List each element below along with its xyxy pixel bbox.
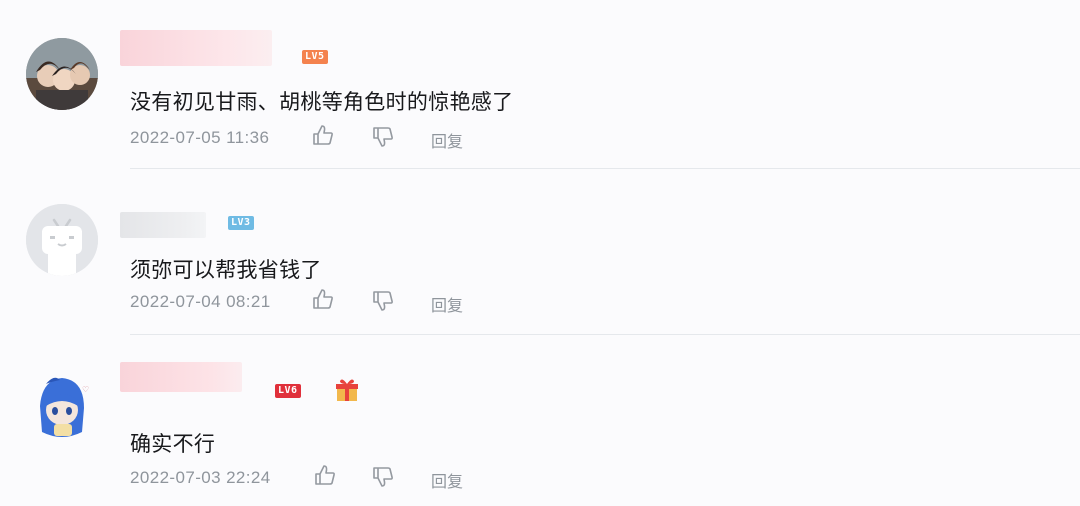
comment-timestamp: 2022-07-03 22:24 (130, 468, 271, 487)
avatar[interactable]: ♡ (26, 370, 98, 442)
comment-item: LV3 须弥可以帮我省钱了 2022-07-04 08:21 回复 (0, 170, 1080, 336)
comment-timestamp: 2022-07-04 08:21 (130, 292, 271, 311)
thumbs-up-icon[interactable] (312, 288, 334, 310)
user-level-badge: LV6 (275, 384, 301, 398)
svg-text:♡: ♡ (82, 385, 89, 394)
comment-item: ♡ LV6 确实不行 2022-07-03 22:24 回复 (0, 336, 1080, 506)
username-redacted[interactable] (120, 212, 206, 238)
default-avatar-tv-icon (26, 204, 98, 276)
reply-button[interactable]: 回复 (431, 128, 463, 152)
thumbs-down-icon[interactable] (372, 290, 394, 312)
reply-button[interactable]: 回复 (431, 292, 463, 316)
avatar-image: ♡ (26, 370, 98, 442)
avatar[interactable] (26, 204, 98, 276)
divider (130, 168, 1080, 169)
thumbs-down-icon[interactable] (372, 126, 394, 148)
thumbs-up-icon[interactable] (314, 464, 336, 486)
comment-text: 没有初见甘雨、胡桃等角色时的惊艳感了 (130, 90, 514, 114)
comment-text: 确实不行 (130, 432, 216, 456)
username-redacted[interactable] (120, 362, 242, 392)
user-level-badge: LV3 (228, 216, 254, 230)
gift-box-icon (336, 379, 358, 401)
divider (130, 334, 1080, 335)
comment-item: LV5 没有初见甘雨、胡桃等角色时的惊艳感了 2022-07-05 11:36 … (0, 0, 1080, 170)
comment-text: 须弥可以帮我省钱了 (130, 258, 322, 282)
avatar-image (26, 38, 98, 110)
comment-timestamp: 2022-07-05 11:36 (130, 128, 270, 147)
thumbs-up-icon[interactable] (312, 124, 334, 146)
username-redacted[interactable] (120, 30, 272, 66)
user-level-badge: LV5 (302, 50, 328, 64)
reply-button[interactable]: 回复 (431, 468, 463, 492)
thumbs-down-icon[interactable] (372, 466, 394, 488)
avatar[interactable] (26, 38, 98, 110)
